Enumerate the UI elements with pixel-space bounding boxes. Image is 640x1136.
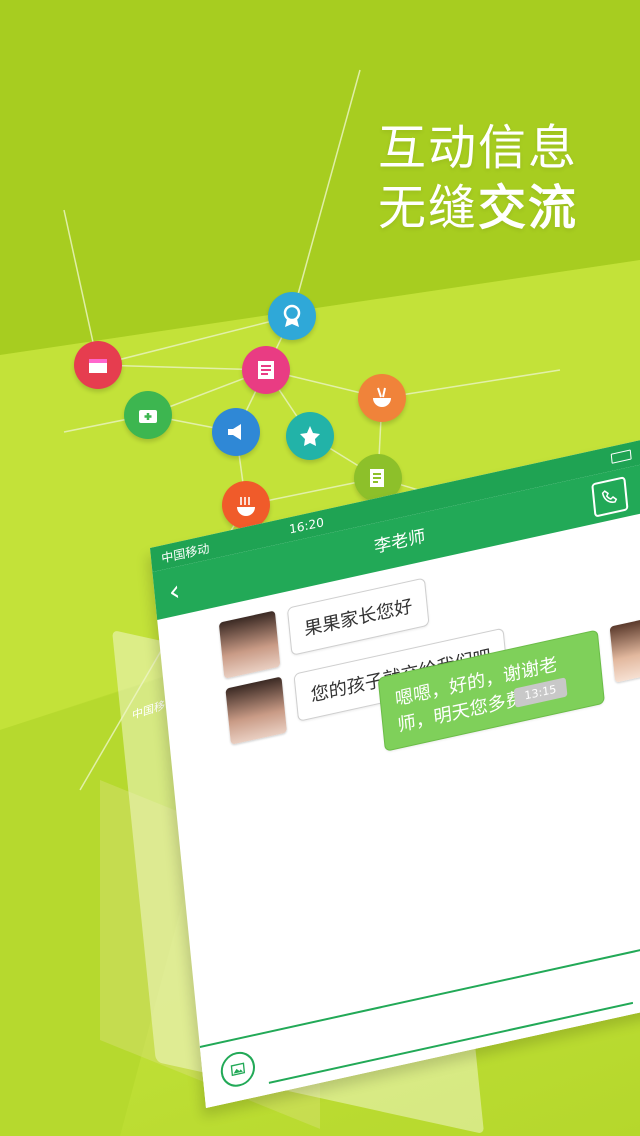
teacher-avatar[interactable] bbox=[225, 676, 287, 745]
megaphone-icon bbox=[212, 408, 260, 456]
calendar-icon bbox=[74, 341, 122, 389]
parent-avatar[interactable] bbox=[609, 614, 640, 683]
clock: 16:20 bbox=[288, 515, 325, 537]
bowl-icon bbox=[358, 374, 406, 422]
battery-icon bbox=[610, 449, 632, 464]
teacher-avatar[interactable] bbox=[218, 610, 281, 679]
message-bubble: 果果家长您好 bbox=[286, 577, 430, 656]
image-icon[interactable] bbox=[219, 1048, 257, 1091]
award-icon bbox=[268, 292, 316, 340]
star-icon bbox=[286, 412, 334, 460]
chat-screen: 中国移动 16:20 ‹ 李老师 果果家长您好 您的孩子就交给我们吧 嗯嗯，好的… bbox=[150, 440, 640, 1108]
status-icons bbox=[610, 449, 632, 464]
meal-icon bbox=[222, 481, 270, 529]
first-aid-icon bbox=[124, 391, 172, 439]
news-icon bbox=[242, 346, 290, 394]
